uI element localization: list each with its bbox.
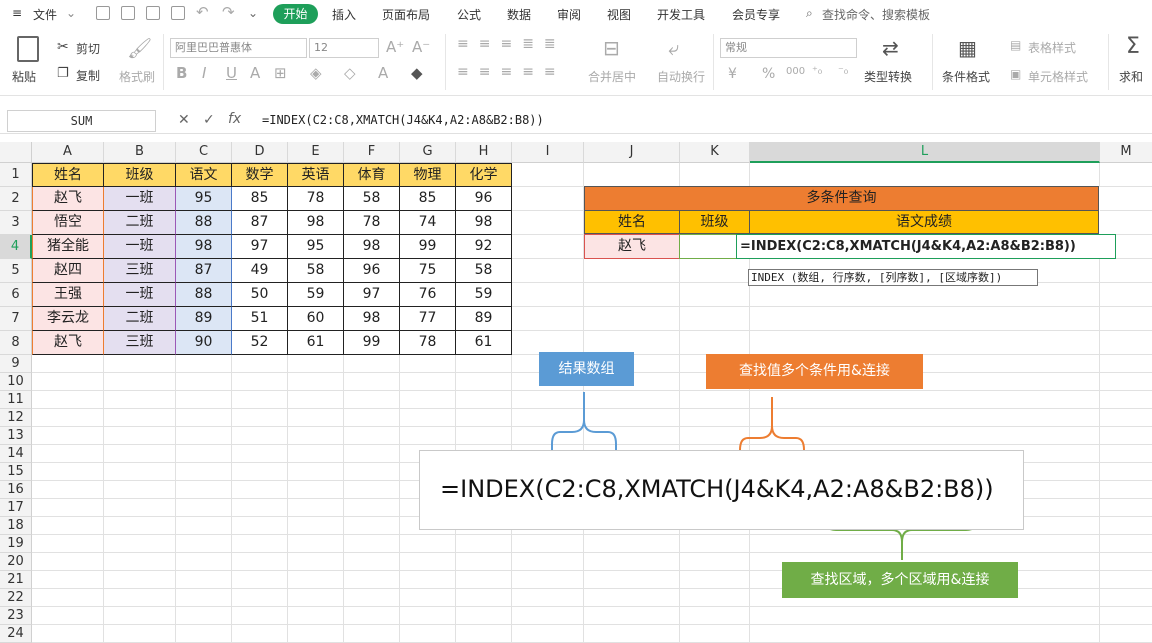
conditional-format-icon[interactable]: ▦ xyxy=(958,36,977,60)
format-painter-button[interactable]: 格式刷 xyxy=(119,68,155,85)
search-icon: ⌕ xyxy=(806,6,813,20)
copy-icon[interactable]: ❐ xyxy=(57,66,69,81)
tab-page-layout[interactable]: 页面布局 xyxy=(382,6,430,23)
tab-member[interactable]: 会员专享 xyxy=(732,6,780,23)
cell-style-icon[interactable]: ▣ xyxy=(1010,67,1021,81)
tab-view[interactable]: 视图 xyxy=(607,6,631,23)
tab-data[interactable]: 数据 xyxy=(507,6,531,23)
menu-icon[interactable]: ≡ xyxy=(12,6,22,20)
menu-bar: ≡ 文件 ⌄ ↶ ↷ ⌄ 开始 插入 页面布局 公式 数据 审阅 视图 开发工具… xyxy=(0,0,1152,28)
print-icon[interactable] xyxy=(146,6,160,20)
export-pdf-icon[interactable] xyxy=(121,6,135,20)
paste-button[interactable]: 粘贴 xyxy=(12,68,36,85)
underline-icon[interactable]: U xyxy=(226,64,237,82)
divider xyxy=(932,34,933,90)
tab-home[interactable]: 开始 xyxy=(273,4,318,24)
cancel-icon[interactable]: ✕ xyxy=(178,112,190,128)
paste-icon[interactable] xyxy=(17,36,39,62)
font-color-icon[interactable]: A xyxy=(378,64,388,82)
spreadsheet-grid: ABCDEFGHIJKLM 1 2 3 4 5 6 7 8 9 10 11 12 13 14 15 16 17 1… xyxy=(0,142,1152,643)
fill-color-icon[interactable]: ◇ xyxy=(344,64,356,82)
save-icon[interactable] xyxy=(96,6,110,20)
type-convert-button[interactable]: 类型转换 xyxy=(864,68,912,85)
thousands-button[interactable]: 000 xyxy=(786,66,805,77)
formula-input[interactable]: =INDEX(C2:C8,XMATCH(J4&K4,A2:A8&B2:B8)) xyxy=(256,110,1146,132)
convert-icon[interactable]: ⇄ xyxy=(882,36,899,60)
merge-icon[interactable]: ⊟ xyxy=(603,36,620,60)
increase-font-icon[interactable]: A⁺ xyxy=(386,38,404,56)
font-size-select[interactable]: 12 xyxy=(309,38,379,58)
border-icon[interactable]: ⊞ xyxy=(274,64,287,82)
name-box[interactable]: SUM xyxy=(7,110,156,132)
redo-icon[interactable]: ↷ xyxy=(222,3,235,21)
fx-button[interactable]: fx xyxy=(228,111,241,127)
tab-review[interactable]: 审阅 xyxy=(557,6,581,23)
chevron-down-icon[interactable]: ⌄ xyxy=(66,6,76,20)
divider xyxy=(713,34,714,90)
number-format-select[interactable]: 常规 xyxy=(720,38,857,58)
table-style-button[interactable]: 表格样式 xyxy=(1028,39,1076,56)
customize-icon[interactable]: ⌄ xyxy=(248,6,258,20)
scissors-icon[interactable]: ✂ xyxy=(57,39,69,55)
cut-button[interactable]: 剪切 xyxy=(76,40,100,57)
conditional-format-button[interactable]: 条件格式 xyxy=(942,68,990,85)
divider xyxy=(163,34,164,90)
currency-icon[interactable]: ¥ xyxy=(728,66,737,82)
format-painter-icon[interactable]: 🖌 xyxy=(127,36,152,60)
tab-insert[interactable]: 插入 xyxy=(332,6,356,23)
sum-button[interactable]: 求和 xyxy=(1119,68,1143,85)
formula-explanation-box: =INDEX(C2:C8,XMATCH(J4&K4,A2:A8&B2:B8)) xyxy=(419,450,1024,530)
divider xyxy=(445,34,446,90)
copy-button[interactable]: 复制 xyxy=(76,67,100,84)
decrease-font-icon[interactable]: A⁻ xyxy=(412,38,430,56)
undo-icon[interactable]: ↶ xyxy=(196,3,209,21)
align-top-icons[interactable]: ≡≡≡≣≣ xyxy=(457,36,566,52)
decrease-decimal-icon[interactable]: ⁻₀ xyxy=(838,64,848,77)
align-horizontal-icons[interactable]: ≡≡≡≡≡ xyxy=(457,64,566,80)
eraser-icon[interactable]: ◆ xyxy=(411,64,423,82)
sum-icon[interactable]: Σ xyxy=(1126,34,1140,59)
merge-center-button[interactable]: 合并居中 xyxy=(588,68,636,85)
strikethrough-icon[interactable]: A xyxy=(250,64,260,82)
table-style-icon[interactable]: ▤ xyxy=(1010,38,1021,52)
bold-icon[interactable]: B xyxy=(176,64,187,82)
formula-bar: SUM ✕ ✓ fx =INDEX(C2:C8,XMATCH(J4&K4,A2:… xyxy=(0,108,1152,134)
tab-formulas[interactable]: 公式 xyxy=(457,6,481,23)
brace-annotations xyxy=(551,392,979,560)
percent-button[interactable]: % xyxy=(762,66,775,82)
fill-style-icon[interactable]: ◈ xyxy=(310,64,322,82)
search-command[interactable]: 查找命令、搜索模板 xyxy=(822,6,930,23)
wrap-text-button[interactable]: 自动换行 xyxy=(657,68,705,85)
cell-style-button[interactable]: 单元格样式 xyxy=(1028,68,1088,85)
file-menu[interactable]: 文件 xyxy=(33,6,57,23)
confirm-icon[interactable]: ✓ xyxy=(203,112,215,128)
italic-icon[interactable]: I xyxy=(202,64,206,82)
tab-developer[interactable]: 开发工具 xyxy=(657,6,705,23)
wrap-icon[interactable]: ⤶ xyxy=(668,36,679,60)
increase-decimal-icon[interactable]: ⁺₀ xyxy=(812,64,822,77)
font-name-select[interactable]: 阿里巴巴普惠体 xyxy=(170,38,307,58)
print-preview-icon[interactable] xyxy=(171,6,185,20)
divider xyxy=(1108,34,1109,90)
ribbon-toolbar: 粘贴 ✂ 剪切 ❐ 复制 🖌 格式刷 阿里巴巴普惠体 12 A⁺ A⁻ B I … xyxy=(0,28,1152,96)
